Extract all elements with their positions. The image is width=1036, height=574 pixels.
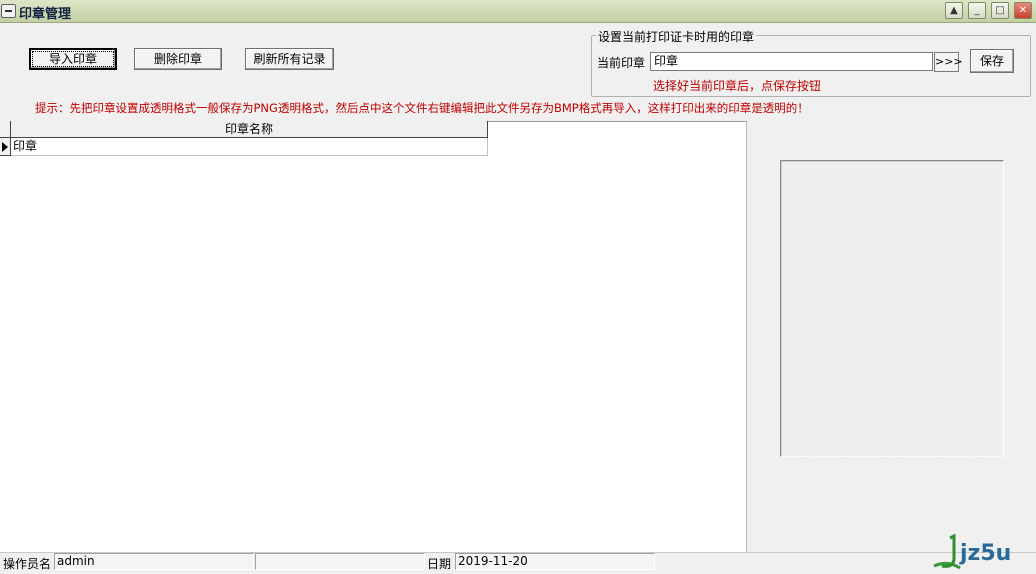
date-label: 日期 bbox=[427, 557, 452, 571]
grid-corner bbox=[0, 121, 11, 138]
group-legend: 设置当前打印证卡时用的印章 bbox=[596, 28, 757, 45]
operator-label: 操作员名 bbox=[3, 557, 52, 571]
minimize-button[interactable]: _ bbox=[968, 2, 986, 19]
window-title: 印章管理 bbox=[19, 7, 72, 22]
current-seal-input[interactable]: 印章 bbox=[650, 52, 933, 71]
delete-seal-button[interactable]: 删除印章 bbox=[134, 48, 222, 70]
jz5u-logo: jz5u bbox=[933, 533, 1011, 570]
seal-preview-image bbox=[780, 160, 1004, 457]
system-menu-icon[interactable] bbox=[1, 4, 16, 18]
status-spacer bbox=[255, 553, 425, 570]
logo-text: jz5u bbox=[959, 541, 1011, 566]
seal-grid[interactable] bbox=[0, 121, 747, 553]
current-seal-label: 当前印章 bbox=[597, 56, 646, 70]
browse-seal-button[interactable]: >>> bbox=[934, 52, 963, 72]
operator-value: admin bbox=[54, 553, 254, 570]
close-button[interactable]: ✕ bbox=[1014, 2, 1032, 19]
table-row[interactable]: 印章 bbox=[11, 138, 488, 156]
save-button[interactable]: 保存 bbox=[970, 49, 1014, 73]
help-button[interactable]: ▲ bbox=[945, 2, 963, 19]
column-header-seal-name[interactable]: 印章名称 bbox=[11, 121, 488, 138]
save-hint-text: 选择好当前印章后，点保存按钮 bbox=[653, 79, 822, 93]
title-bar bbox=[0, 0, 1036, 23]
date-value: 2019-11-20 bbox=[455, 553, 655, 570]
import-seal-button[interactable]: 导入印章 bbox=[29, 48, 117, 70]
tip-text: 提示：先把印章设置成透明格式一般保存为PNG透明格式，然后点中这个文件右键编辑把… bbox=[35, 101, 809, 115]
maximize-button[interactable]: □ bbox=[991, 2, 1009, 19]
current-row-pointer-icon bbox=[2, 142, 8, 152]
refresh-records-button[interactable]: 刷新所有记录 bbox=[245, 48, 334, 70]
